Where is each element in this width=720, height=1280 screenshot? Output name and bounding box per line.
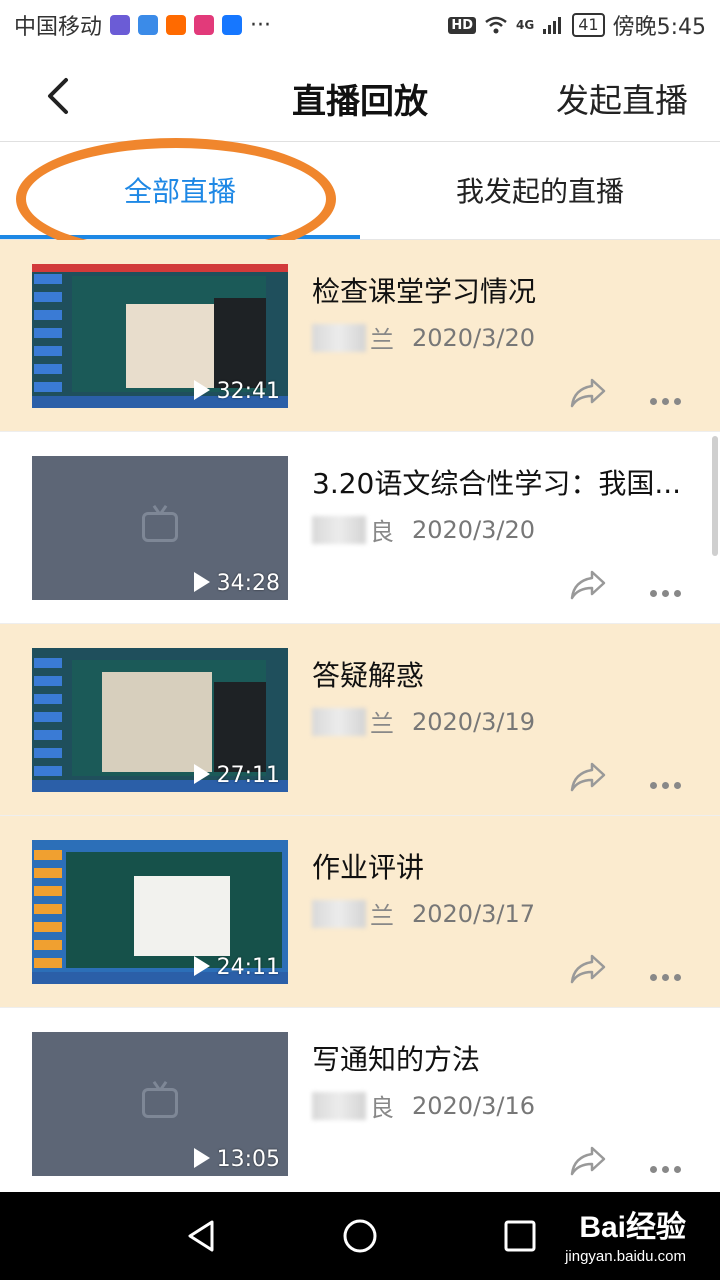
nav-recents-icon[interactable] bbox=[500, 1216, 540, 1256]
wifi-icon bbox=[485, 16, 507, 34]
blurred-author bbox=[312, 515, 366, 544]
carrier-label: 中国移动 bbox=[14, 15, 103, 40]
battery-icon: 41 bbox=[572, 13, 605, 37]
thumb-toolbar bbox=[32, 264, 288, 272]
item-title[interactable]: 答疑解惑 bbox=[312, 654, 692, 694]
item-date: 2020/3/20 bbox=[412, 515, 536, 544]
thumb-desktop-icons bbox=[34, 850, 62, 970]
thumb-document bbox=[134, 876, 230, 956]
thumb-chat-panel bbox=[214, 682, 266, 772]
video-thumbnail[interactable]: 32:41 bbox=[32, 264, 288, 408]
more-options-icon[interactable] bbox=[650, 774, 686, 789]
blurred-author bbox=[312, 707, 366, 736]
alipay-icon bbox=[222, 15, 243, 35]
tv-placeholder-icon bbox=[142, 1088, 178, 1118]
play-icon bbox=[194, 572, 210, 592]
app-header: 直播回放 发起直播 bbox=[0, 50, 720, 142]
blurred-author bbox=[312, 899, 366, 928]
list-item[interactable]: 13:05 写通知的方法 良 2020/3/16 bbox=[0, 1008, 720, 1200]
taobao-icon bbox=[166, 15, 187, 35]
video-duration: 24:11 bbox=[216, 955, 280, 980]
thumb-document bbox=[126, 304, 224, 388]
video-app-icon bbox=[194, 15, 215, 35]
list-item[interactable]: 27:11 答疑解惑 兰 2020/3/19 bbox=[0, 624, 720, 816]
tv-placeholder-icon bbox=[142, 512, 178, 542]
item-date: 2020/3/19 bbox=[412, 707, 536, 736]
thumb-desktop-icons bbox=[34, 658, 62, 778]
author-name: 兰 bbox=[370, 326, 394, 354]
author-name: 兰 bbox=[370, 710, 394, 738]
author-name: 兰 bbox=[370, 902, 394, 930]
play-icon bbox=[194, 764, 210, 784]
more-options-icon[interactable] bbox=[650, 582, 686, 597]
tab-my-live[interactable]: 我发起的直播 bbox=[360, 142, 720, 240]
start-live-button[interactable]: 发起直播 bbox=[556, 74, 688, 122]
video-duration: 27:11 bbox=[216, 763, 280, 788]
list-item[interactable]: 32:41 检查课堂学习情况 兰 2020/3/20 bbox=[0, 240, 720, 432]
item-title[interactable]: 3.20语文综合性学习：我国... bbox=[312, 462, 692, 502]
video-duration: 34:28 bbox=[216, 571, 280, 596]
network-type-label: 4G bbox=[516, 18, 535, 32]
item-title[interactable]: 作业评讲 bbox=[312, 846, 692, 886]
list-item[interactable]: 34:28 3.20语文综合性学习：我国... 良 2020/3/20 bbox=[0, 432, 720, 624]
watermark-brand: Bai经验 bbox=[579, 1211, 686, 1244]
list-item[interactable]: 24:11 作业评讲 兰 2020/3/17 bbox=[0, 816, 720, 1008]
item-meta: 兰 2020/3/20 bbox=[312, 320, 535, 355]
app-notification-icon bbox=[138, 15, 159, 35]
item-date: 2020/3/17 bbox=[412, 899, 536, 928]
share-icon[interactable] bbox=[568, 1144, 608, 1178]
blurred-author bbox=[312, 1091, 366, 1120]
signal-icon bbox=[543, 17, 562, 34]
system-nav-bar: Bai经验 jingyan.baidu.com bbox=[0, 1192, 720, 1280]
thumb-chat-panel bbox=[214, 298, 266, 388]
status-bar: 中国移动 ··· HD 4G 41 傍晚5:45 bbox=[0, 0, 720, 50]
item-date: 2020/3/20 bbox=[412, 323, 536, 352]
video-thumbnail[interactable]: 13:05 bbox=[32, 1032, 288, 1176]
blurred-author bbox=[312, 323, 366, 352]
video-thumbnail[interactable]: 34:28 bbox=[32, 456, 288, 600]
more-options-icon[interactable] bbox=[650, 390, 686, 405]
nav-back-icon[interactable] bbox=[182, 1216, 222, 1256]
thumb-document bbox=[102, 672, 212, 772]
share-icon[interactable] bbox=[568, 952, 608, 986]
item-meta: 兰 2020/3/17 bbox=[312, 896, 535, 931]
share-icon[interactable] bbox=[568, 760, 608, 794]
item-meta: 良 2020/3/20 bbox=[312, 512, 535, 547]
more-options-icon[interactable] bbox=[650, 1158, 686, 1173]
play-icon bbox=[194, 380, 210, 400]
author-name: 良 bbox=[370, 1094, 394, 1122]
baidu-jingyan-watermark: Bai经验 jingyan.baidu.com bbox=[565, 1202, 686, 1265]
replay-list: 32:41 检查课堂学习情况 兰 2020/3/20 34:28 3.20语文综… bbox=[0, 240, 720, 1200]
video-thumbnail[interactable]: 27:11 bbox=[32, 648, 288, 792]
more-options-icon[interactable] bbox=[650, 966, 686, 981]
active-tab-indicator bbox=[0, 235, 360, 239]
tab-bar: 全部直播 我发起的直播 bbox=[0, 142, 720, 240]
scrollbar[interactable] bbox=[712, 436, 718, 556]
video-duration: 32:41 bbox=[216, 379, 280, 404]
item-title[interactable]: 写通知的方法 bbox=[312, 1038, 692, 1078]
clock: 傍晚5:45 bbox=[612, 15, 706, 40]
app-notification-icon bbox=[110, 15, 131, 35]
share-icon[interactable] bbox=[568, 376, 608, 410]
video-thumbnail[interactable]: 24:11 bbox=[32, 840, 288, 984]
item-title[interactable]: 检查课堂学习情况 bbox=[312, 270, 692, 310]
video-duration: 13:05 bbox=[216, 1147, 280, 1172]
play-icon bbox=[194, 1148, 210, 1168]
author-name: 良 bbox=[370, 518, 394, 546]
thumb-desktop-icons bbox=[34, 274, 62, 394]
watermark-url: jingyan.baidu.com bbox=[565, 1248, 686, 1265]
play-icon bbox=[194, 956, 210, 976]
item-date: 2020/3/16 bbox=[412, 1091, 536, 1120]
more-notifications-icon: ··· bbox=[250, 12, 271, 38]
item-meta: 良 2020/3/16 bbox=[312, 1088, 535, 1123]
hd-icon: HD bbox=[448, 16, 477, 34]
nav-home-icon[interactable] bbox=[340, 1216, 380, 1256]
item-meta: 兰 2020/3/19 bbox=[312, 704, 535, 739]
share-icon[interactable] bbox=[568, 568, 608, 602]
tab-all-live[interactable]: 全部直播 bbox=[0, 142, 360, 240]
